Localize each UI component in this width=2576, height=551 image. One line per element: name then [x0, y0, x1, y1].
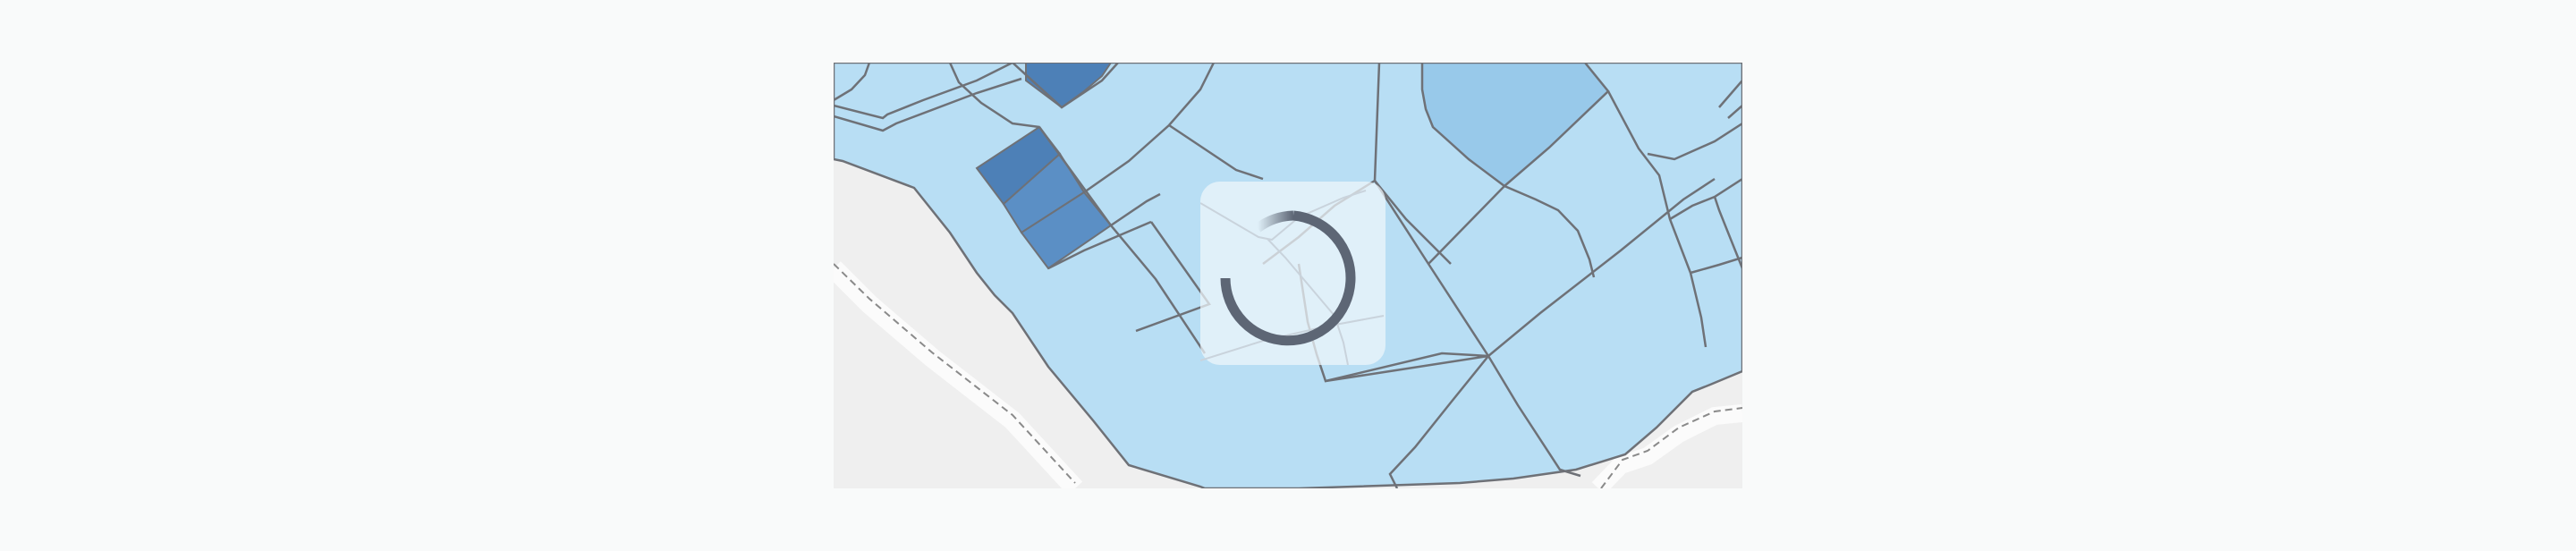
loading-spinner-icon: [1200, 190, 1385, 365]
loading-overlay: [1200, 182, 1385, 365]
